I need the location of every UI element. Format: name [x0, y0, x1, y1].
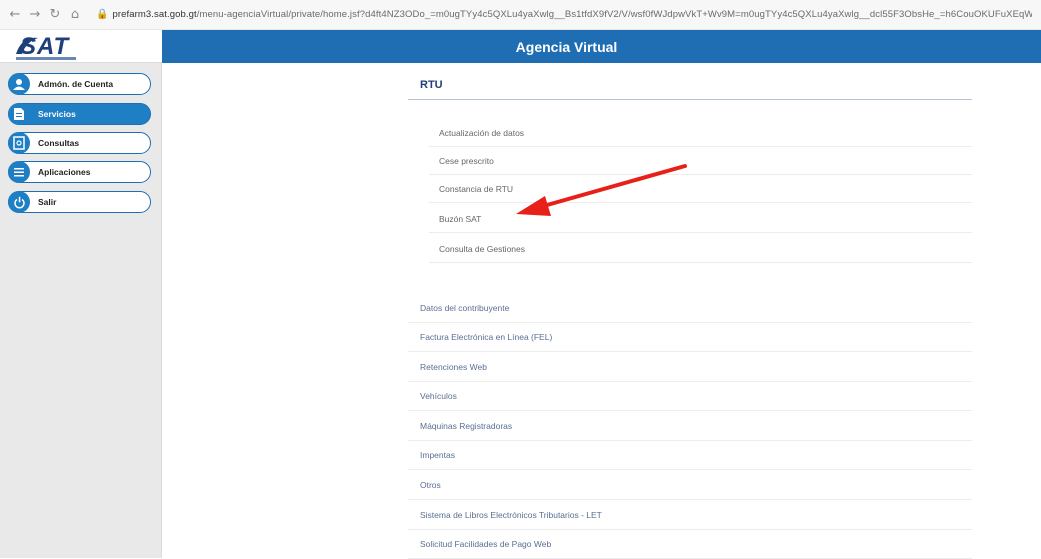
sat-logo[interactable]: SAT [0, 30, 162, 63]
app-header: SAT Agencia Virtual [0, 30, 1041, 63]
reload-icon[interactable]: ↻ [46, 7, 64, 22]
menu-item-imprentas[interactable]: Impentas [408, 441, 972, 470]
menu-item-datos-contribuyente[interactable]: Datos del contribuyente [408, 294, 972, 323]
list-icon [8, 161, 30, 183]
sidebar-item-servicios[interactable]: Servicios [8, 103, 151, 125]
sidebar: Admón. de Cuenta Servicios Consultas Apl… [0, 63, 162, 558]
divider [408, 99, 972, 100]
sidebar-item-salir[interactable]: Salir [8, 191, 151, 213]
rtu-item-buzon-sat[interactable]: Buzón SAT [429, 205, 972, 233]
sidebar-item-admon-cuenta[interactable]: Admón. de Cuenta [8, 73, 151, 95]
url-path: /menu-agenciaVirtual/private/home.jsf?d4… [196, 9, 1033, 20]
document-icon [8, 103, 30, 125]
sidebar-item-consultas[interactable]: Consultas [8, 132, 151, 154]
home-icon[interactable]: ⌂ [66, 7, 84, 22]
back-arrow-icon[interactable]: ← [6, 7, 24, 22]
menu-item-facilidades-pago[interactable]: Solicitud Facilidades de Pago Web [408, 530, 972, 559]
sidebar-item-label: Admón. de Cuenta [38, 79, 114, 89]
address-bar[interactable]: prefarm3.sat.gob.gt/menu-agenciaVirtual/… [112, 9, 1032, 20]
account-icon [8, 73, 30, 95]
header-bar: Agencia Virtual [162, 30, 1041, 63]
power-icon [8, 191, 30, 213]
rtu-item-actualizacion-datos[interactable]: Actualización de datos [429, 119, 972, 147]
sidebar-item-label: Aplicaciones [38, 167, 91, 177]
forward-arrow-icon[interactable]: → [26, 7, 44, 22]
rtu-item-consulta-gestiones[interactable]: Consulta de Gestiones [429, 235, 972, 263]
sidebar-item-label: Consultas [38, 138, 80, 148]
menu-item-maquinas-registradoras[interactable]: Máquinas Registradoras [408, 412, 972, 441]
sidebar-item-label: Salir [38, 197, 57, 207]
lock-icon: 🔒 [96, 9, 109, 20]
logo-tagline [16, 57, 76, 60]
page-title: Agencia Virtual [515, 38, 618, 55]
menu-item-otros[interactable]: Otros [408, 471, 972, 500]
section-title-rtu[interactable]: RTU [420, 79, 443, 91]
rtu-item-constancia-rtu[interactable]: Constancia de RTU [429, 175, 972, 203]
rtu-item-cese-prescrito[interactable]: Cese prescrito [429, 147, 972, 175]
sidebar-item-aplicaciones[interactable]: Aplicaciones [8, 161, 151, 183]
browser-toolbar: ← → ↻ ⌂ 🔒 prefarm3.sat.gob.gt/menu-agenc… [0, 0, 1041, 30]
menu-item-libros-electronicos[interactable]: Sistema de Libros Electrónicos Tributari… [408, 501, 972, 530]
menu-item-fel[interactable]: Factura Electrónica en Línea (FEL) [408, 323, 972, 352]
search-document-icon [8, 132, 30, 154]
sidebar-item-label: Servicios [38, 109, 76, 119]
menu-item-retenciones-web[interactable]: Retenciones Web [408, 353, 972, 382]
menu-item-vehiculos[interactable]: Vehículos [408, 382, 972, 411]
url-domain: prefarm3.sat.gob.gt [112, 9, 197, 20]
